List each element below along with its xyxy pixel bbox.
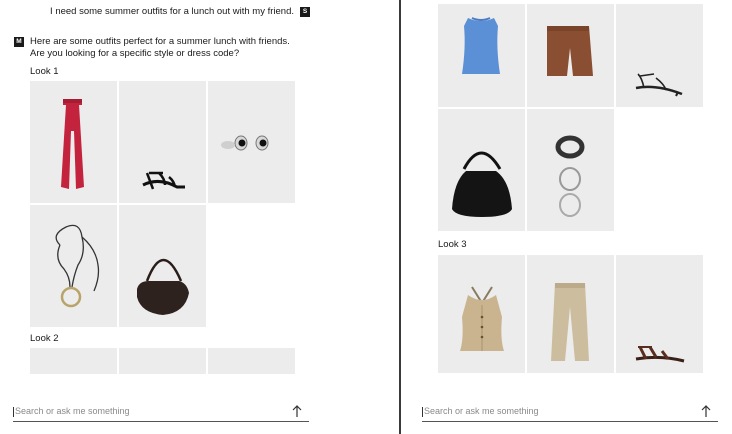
look-2-label: Look 2 [30,333,59,344]
arrow-up-icon[interactable] [700,404,712,418]
assistant-message: M Here are some outfits perfect for a su… [14,36,304,60]
product-tile-partial[interactable] [30,348,117,374]
user-avatar-badge: S [300,6,310,17]
heel-sandal-icon [635,73,683,97]
trousers-icon [551,283,589,361]
product-tile-black-hobo-bag[interactable] [438,109,525,231]
earrings-icon [221,135,269,151]
look-3-label: Look 3 [438,239,467,250]
shorts-icon [547,26,593,76]
red-jumpsuit-icon [61,99,84,189]
text-caret [422,407,423,417]
flat-sandal-icon [635,346,685,363]
search-bar[interactable]: Search or ask me something [13,404,309,422]
product-tile-kitten-heel[interactable] [616,4,703,107]
product-tile-beige-trousers[interactable] [527,255,614,373]
user-message: I need some summer outfits for a lunch o… [50,6,310,17]
necklace-icon [55,224,100,308]
product-tile-brown-sandal[interactable] [616,255,703,373]
assistant-message-text: Here are some outfits perfect for a summ… [30,36,290,59]
left-chat-panel: I need some summer outfits for a lunch o… [0,0,400,434]
shoulder-bag-icon [137,259,189,315]
right-chat-panel: Look 3 Search or ask me something [401,0,732,434]
product-tile-partial[interactable] [119,348,206,374]
text-caret [13,407,14,417]
product-tile-silver-bangles[interactable] [527,109,614,231]
product-tile-silver-earrings[interactable] [208,81,295,203]
look-2-grid-preview [30,348,295,374]
search-input[interactable]: Search or ask me something [424,406,539,416]
product-tile-brown-bag[interactable] [119,205,206,327]
sleeveless-top-icon [462,17,500,74]
waistcoat-icon [460,286,504,351]
arrow-up-icon[interactable] [291,404,303,418]
bangles-icon [555,135,585,217]
product-tile-black-sandal[interactable] [119,81,206,203]
search-bar[interactable]: Search or ask me something [422,404,718,422]
look-1-grid [30,81,295,327]
look-3-grid [438,255,703,373]
assistant-avatar-badge: M [14,37,24,47]
product-tile-brown-shorts[interactable] [527,4,614,107]
product-tile-blue-top[interactable] [438,4,525,107]
look-1-label: Look 1 [30,66,59,77]
search-input[interactable]: Search or ask me something [15,406,130,416]
product-tile-red-jumpsuit[interactable] [30,81,117,203]
look-2-grid [438,4,703,231]
product-tile-halter-waistcoat[interactable] [438,255,525,373]
product-tile-partial[interactable] [208,348,295,374]
product-tile-pendant-necklace[interactable] [30,205,117,327]
user-message-text: I need some summer outfits for a lunch o… [50,6,294,17]
strappy-sandal-icon [142,171,185,190]
hobo-bag-icon [452,151,512,217]
